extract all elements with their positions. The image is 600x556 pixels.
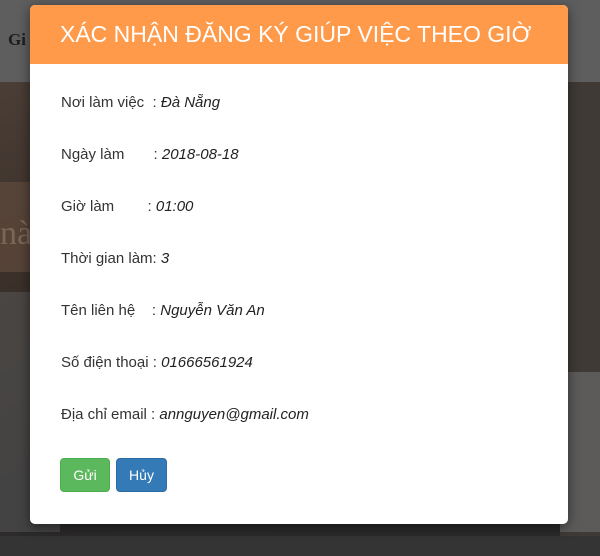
detail-label: Ngày làm : [61,146,162,163]
detail-row-contact-name: Tên liên hệ : Nguyễn Văn An [61,302,568,354]
cancel-button[interactable]: Hủy [116,458,167,492]
modal-body: Nơi làm việc : Đà Nẵng Ngày làm : 2018-0… [30,64,568,458]
detail-value: 01:00 [155,198,194,215]
detail-row-date: Ngày làm : 2018-08-18 [61,146,568,198]
detail-row-email: Địa chỉ email : annguyen@gmail.com [61,406,568,458]
modal-header: XÁC NHẬN ĐĂNG KÝ GIÚP VIỆC THEO GIỜ [30,5,568,64]
confirmation-modal: XÁC NHẬN ĐĂNG KÝ GIÚP VIỆC THEO GIỜ Nơi … [30,5,568,524]
detail-value: 01666561924 [161,354,253,371]
detail-label: Thời gian làm: [61,250,161,267]
detail-label: Địa chỉ email : [61,406,160,423]
modal-footer: Gửi Hủy [60,458,167,492]
detail-value: 2018-08-18 [161,146,239,163]
detail-row-location: Nơi làm việc : Đà Nẵng [61,94,568,146]
modal-title: XÁC NHẬN ĐĂNG KÝ GIÚP VIỆC THEO GIỜ [60,21,532,47]
detail-value: annguyen@gmail.com [159,406,309,423]
detail-row-duration: Thời gian làm: 3 [61,250,568,302]
detail-row-phone: Số điện thoại : 01666561924 [61,354,568,406]
detail-label: Nơi làm việc : [61,94,161,111]
detail-value: Đà Nẵng [160,94,221,111]
detail-value: 3 [160,250,170,267]
background-hero-text: nà [0,215,33,252]
detail-label: Tên liên hệ : [61,302,161,319]
background-brand-text: Gi [8,30,26,49]
detail-label: Số điện thoại : [61,354,162,371]
send-button[interactable]: Gửi [60,458,110,492]
detail-value: Nguyễn Văn An [160,302,265,319]
detail-row-time: Giờ làm : 01:00 [61,198,568,250]
background-footer [0,536,600,556]
detail-label: Giờ làm : [61,198,156,215]
